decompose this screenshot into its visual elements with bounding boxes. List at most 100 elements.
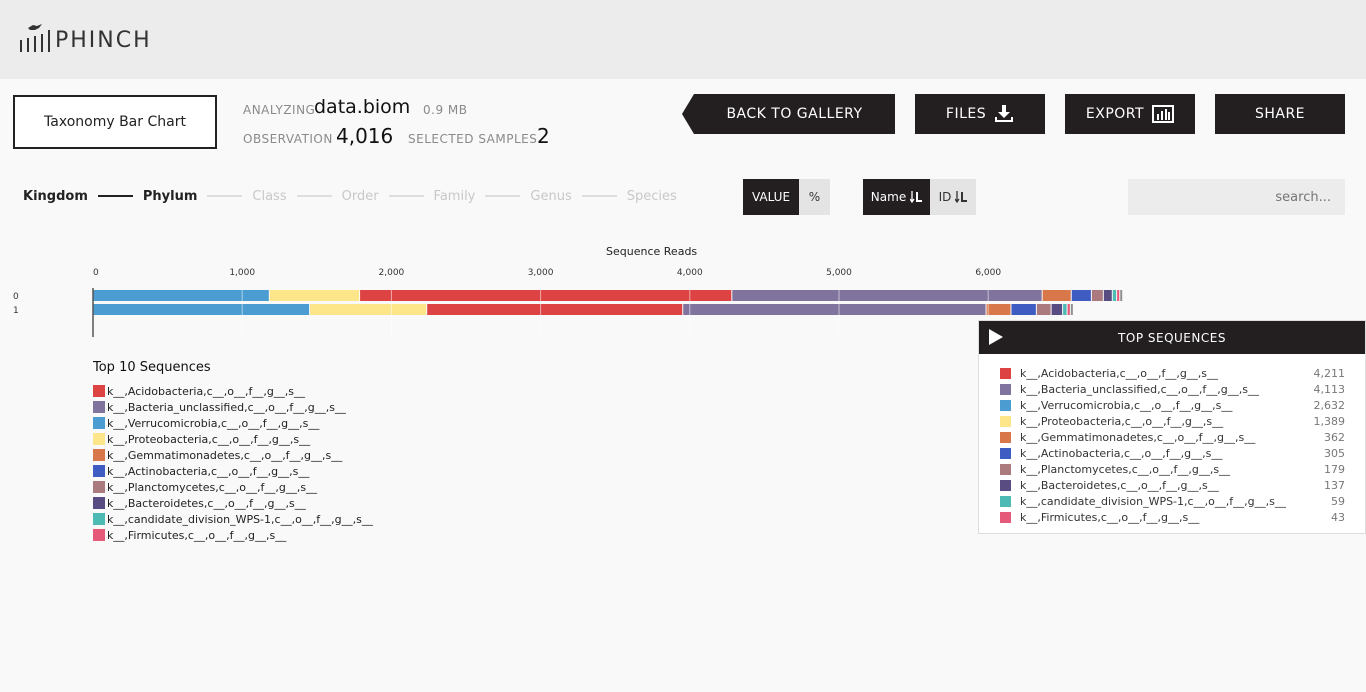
legend-swatch [93,529,105,541]
top-sequence-row[interactable]: k__,Acidobacteria,c__,o__,f__,g__,s__ 4,2… [1000,365,1345,381]
legend-swatch [93,449,105,461]
bar-segment [1067,304,1070,315]
sequence-legend: k__,Acidobacteria,c__,o__,f__,g__,s__ k__… [93,383,373,543]
top-sequence-row[interactable]: k__,Gemmatimonadetes,c__,o__,f__,g__,s__… [1000,429,1345,445]
bar-segment [269,290,360,301]
level-separator [296,195,332,197]
back-to-gallery-label: BACK TO GALLERY [726,106,863,122]
percent-mode-button[interactable]: % [799,179,830,215]
legend-swatch [93,497,105,509]
legend-item[interactable]: k__,Bacteroidetes,c__,o__,f__,g__,s__ [93,495,373,511]
legend-label: k__,Bacteroidetes,c__,o__,f__,g__,s__ [107,496,306,510]
level-separator [388,195,424,197]
sort-descending-icon [910,191,923,203]
top-sequence-label: k__,Verrucomicrobia,c__,o__,f__,g__,s__ [1020,398,1233,412]
selected-samples-count: 2 [537,124,550,148]
top-sequence-label: k__,Acidobacteria,c__,o__,f__,g__,s__ [1020,366,1219,380]
back-to-gallery-button[interactable]: BACK TO GALLERY [682,94,895,134]
share-label: SHARE [1254,106,1306,122]
legend-item[interactable]: k__,Bacteria_unclassified,c__,o__,f__,g_… [93,399,373,415]
level-phylum[interactable]: Phylum [143,189,198,204]
legend-swatch [93,401,105,413]
legend-item[interactable]: k__,Proteobacteria,c__,o__,f__,g__,s__ [93,431,373,447]
legend-item[interactable]: k__,Actinobacteria,c__,o__,f__,g__,s__ [93,463,373,479]
level-genus[interactable]: Genus [530,189,571,204]
legend-label: k__,Proteobacteria,c__,o__,f__,g__,s__ [107,432,311,446]
top-sequence-row[interactable]: k__,candidate_division_WPS-1,c__,o__,f__… [1000,493,1345,509]
analyzing-label: ANALYZING [243,103,316,117]
sort-id-label: ID [938,190,952,204]
top-sequence-row[interactable]: k__,Proteobacteria,c__,o__,f__,g__,s__ 1,… [1000,413,1345,429]
top-sequence-row[interactable]: k__,Planctomycetes,c__,o__,f__,g__,s__ 17… [1000,461,1345,477]
top-sequence-label: k__,Firmicutes,c__,o__,f__,g__,s__ [1020,510,1200,524]
bar-segment [683,304,986,315]
top-sequence-row[interactable]: k__,Verrucomicrobia,c__,o__,f__,g__,s__ 2… [1000,397,1345,413]
sort-descending-icon [955,191,968,203]
legend-label: k__,Planctomycetes,c__,o__,f__,g__,s__ [107,480,318,494]
legend-item[interactable]: k__,candidate_division_WPS-1,c__,o__,f__… [93,511,373,527]
top-sequence-swatch [1000,399,1011,411]
level-species[interactable]: Species [627,189,677,204]
phinch-logo[interactable]: PHINCH [20,24,152,53]
level-kingdom[interactable]: Kingdom [23,189,88,204]
bar-segment [1071,290,1091,301]
top-sequence-label: k__,Actinobacteria,c__,o__,f__,g__,s__ [1020,446,1223,460]
top-sequence-count: 59 [1331,494,1345,508]
top-sequence-row[interactable]: k__,Actinobacteria,c__,o__,f__,g__,s__ 30… [1000,445,1345,461]
play-icon[interactable] [989,329,1003,345]
sort-by-id-button[interactable]: ID [930,179,976,215]
legend-item[interactable]: k__,Firmicutes,c__,o__,f__,g__,s__ [93,527,373,543]
top-sequence-swatch [1000,479,1011,491]
top-sequence-label: k__,Proteobacteria,c__,o__,f__,g__,s__ [1020,414,1224,428]
files-button[interactable]: FILES [915,94,1045,134]
legend-label: k__,candidate_division_WPS-1,c__,o__,f__… [107,512,373,526]
legend-item[interactable]: k__,Verrucomicrobia,c__,o__,f__,g__,s__ [93,415,373,431]
top-sequences-list: k__,Acidobacteria,c__,o__,f__,g__,s__ 4,2… [979,354,1365,525]
share-button[interactable]: SHARE [1215,94,1345,134]
files-label: FILES [945,106,987,122]
download-icon [995,105,1014,122]
top-sequence-count: 2,632 [1313,398,1346,412]
sample-label: 0 [13,292,19,302]
top-bar: PHINCH [0,0,1366,79]
sample-label: 1 [13,306,19,316]
bar-segment [93,304,310,315]
legend-title: Top 10 Sequences [93,360,211,375]
x-tick-label: 6,000 [975,268,1001,278]
x-tick-label: 3,000 [528,268,554,278]
top-sequence-row[interactable]: k__,Bacteroidetes,c__,o__,f__,g__,s__ 137 [1000,477,1345,493]
bar-segment [1112,290,1117,301]
selected-samples-label: SELECTED SAMPLES [408,132,538,146]
top-sequence-row[interactable]: k__,Firmicutes,c__,o__,f__,g__,s__ 43 [1000,509,1345,525]
top-sequence-count: 4,113 [1313,382,1346,396]
top-sequence-row[interactable]: k__,Bacteria_unclassified,c__,o__,f__,g_… [1000,381,1345,397]
search-input[interactable] [1128,179,1345,215]
x-tick-label: 1,000 [229,268,255,278]
legend-label: k__,Firmicutes,c__,o__,f__,g__,s__ [107,528,287,542]
level-family[interactable]: Family [434,189,476,204]
value-mode-button[interactable]: VALUE [743,179,799,215]
legend-item[interactable]: k__,Gemmatimonadetes,c__,o__,f__,g__,s__ [93,447,373,463]
brand-name: PHINCH [55,28,152,53]
top-sequence-label: k__,Gemmatimonadetes,c__,o__,f__,g__,s__ [1020,430,1256,444]
bar-segment [1120,290,1123,301]
level-order[interactable]: Order [342,189,379,204]
top-sequence-count: 43 [1331,510,1345,524]
top-sequence-count: 1,389 [1313,414,1346,428]
top-sequence-count: 4,211 [1313,366,1346,380]
top-sequences-header[interactable]: TOP SEQUENCES [979,321,1365,354]
legend-item[interactable]: k__,Planctomycetes,c__,o__,f__,g__,s__ [93,479,373,495]
sort-by-name-button[interactable]: Name [863,179,930,215]
top-sequences-panel: TOP SEQUENCES k__,Acidobacteria,c__,o__,… [978,320,1366,534]
legend-item[interactable]: k__,Acidobacteria,c__,o__,f__,g__,s__ [93,383,373,399]
export-label: EXPORT [1085,106,1145,122]
level-class[interactable]: Class [252,189,286,204]
legend-label: k__,Bacteria_unclassified,c__,o__,f__,g_… [107,400,346,414]
export-button[interactable]: EXPORT [1065,94,1195,134]
bar-segment [1011,304,1036,315]
bar-segment [427,304,683,315]
level-separator [207,195,243,197]
legend-label: k__,Gemmatimonadetes,c__,o__,f__,g__,s__ [107,448,343,462]
top-sequence-label: k__,candidate_division_WPS-1,c__,o__,f__… [1020,494,1286,508]
bar-segment [1103,290,1112,301]
